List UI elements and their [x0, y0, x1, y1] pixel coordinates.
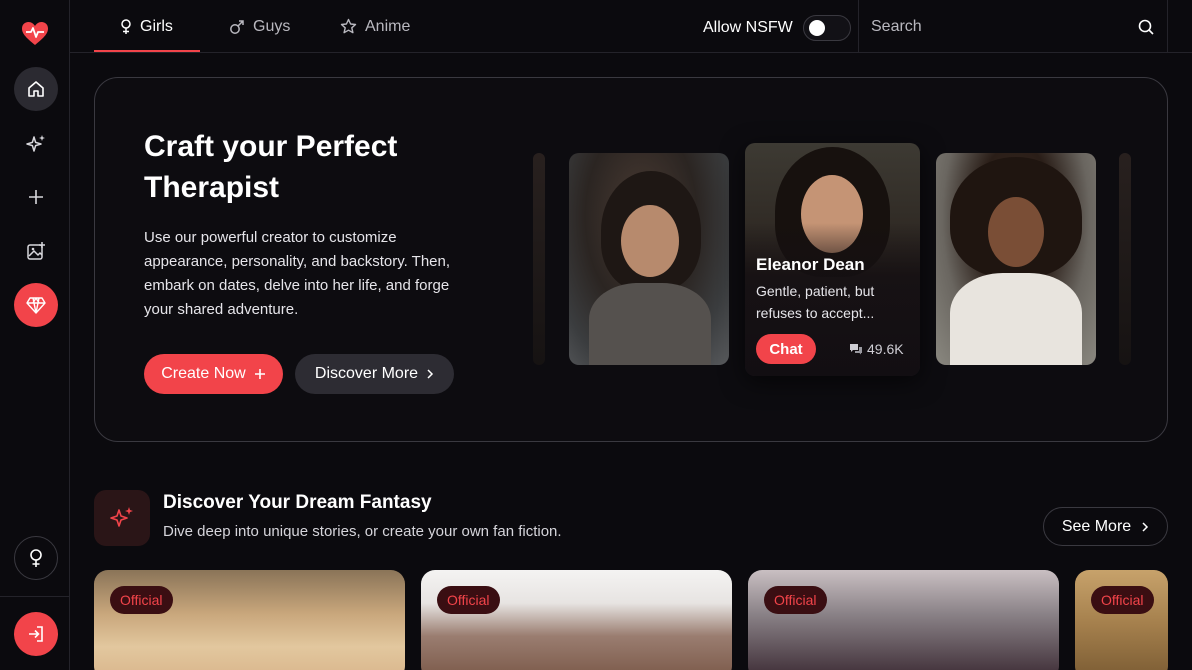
story-card[interactable]: Official	[748, 570, 1059, 670]
home-icon	[28, 81, 44, 97]
carousel-card-prev-edge[interactable]	[533, 153, 545, 365]
official-badge: Official	[1091, 586, 1154, 614]
nsfw-toggle[interactable]	[802, 15, 851, 41]
search-box	[858, 0, 1168, 53]
toggle-knob	[808, 20, 825, 36]
sidebar	[0, 0, 70, 670]
image-plus-icon	[27, 242, 45, 260]
active-tab-indicator	[94, 50, 200, 52]
carousel-card-next-edge[interactable]	[1119, 153, 1131, 365]
sidebar-generate-image-button[interactable]	[14, 229, 58, 273]
sidebar-explore-button[interactable]	[14, 122, 58, 166]
chat-count-value: 49.6K	[867, 341, 904, 357]
featured-character-name: Eleanor Dean	[756, 255, 865, 274]
login-icon	[29, 626, 43, 642]
character-clothing	[589, 283, 711, 365]
chat-bubbles-icon	[850, 344, 862, 355]
heart-pulse-logo-icon[interactable]	[21, 20, 49, 48]
chat-button[interactable]: Chat	[756, 334, 816, 364]
sidebar-home-button[interactable]	[14, 67, 58, 111]
sparkles-icon	[110, 507, 133, 527]
search-icon[interactable]	[1137, 18, 1155, 36]
discover-more-label: Discover More	[314, 365, 419, 382]
official-badge: Official	[437, 586, 500, 614]
sparkles-icon	[26, 135, 45, 152]
nsfw-label: Allow NSFW	[703, 19, 793, 36]
story-card[interactable]: Official	[94, 570, 405, 670]
male-icon	[230, 19, 244, 34]
character-clothing	[950, 273, 1082, 365]
featured-character-description: Gentle, patient, but refuses to accept..…	[756, 283, 875, 321]
official-badge: Official	[764, 586, 827, 614]
story-card[interactable]: Official	[421, 570, 732, 670]
female-icon	[121, 18, 131, 34]
star-icon	[340, 18, 357, 34]
character-face	[621, 205, 679, 277]
hero-title: Craft your Perfect Therapist	[144, 130, 398, 204]
tab-anime-label: Anime	[365, 17, 411, 35]
sidebar-login-button[interactable]	[14, 612, 58, 656]
tab-guys[interactable]: Guys	[229, 0, 290, 53]
sidebar-create-button[interactable]	[14, 175, 58, 219]
section-icon-box	[94, 490, 150, 546]
sidebar-gender-button[interactable]	[14, 536, 58, 580]
app-root: Girls Guys Anime Allow NSFW Craft your P…	[0, 0, 1192, 670]
female-icon	[30, 549, 42, 567]
character-card[interactable]	[936, 153, 1096, 365]
chevron-right-icon	[1142, 521, 1149, 532]
plus-icon	[254, 369, 265, 379]
hero-banner: Craft your Perfect Therapist Use our pow…	[94, 77, 1168, 442]
section-title: Discover Your Dream Fantasy	[163, 492, 432, 513]
tab-girls-label: Girls	[140, 17, 173, 35]
tab-guys-label: Guys	[253, 17, 291, 35]
sidebar-premium-button[interactable]	[14, 283, 58, 327]
tab-anime[interactable]: Anime	[340, 0, 410, 53]
top-bar: Girls Guys Anime Allow NSFW	[70, 0, 1192, 53]
search-input[interactable]	[871, 17, 1137, 36]
sidebar-divider	[0, 596, 70, 597]
chat-count: 49.6K	[849, 341, 904, 357]
nsfw-toggle-group: Allow NSFW	[703, 0, 851, 56]
discover-more-button[interactable]: Discover More	[295, 354, 454, 394]
section-subtitle: Dive deep into unique stories, or create…	[163, 523, 562, 540]
featured-character-card[interactable]: Eleanor Dean Gentle, patient, but refuse…	[745, 143, 920, 376]
see-more-label: See More	[1061, 517, 1132, 535]
story-card[interactable]: Official	[1075, 570, 1168, 670]
create-now-button[interactable]: Create Now	[144, 354, 283, 394]
tab-girls[interactable]: Girls	[120, 0, 173, 53]
see-more-button[interactable]: See More	[1043, 507, 1168, 546]
hero-description: Use our powerful creator to customize ap…	[144, 229, 451, 318]
official-badge: Official	[110, 586, 173, 614]
create-now-label: Create Now	[161, 365, 246, 382]
character-card[interactable]	[569, 153, 729, 365]
diamond-icon	[26, 297, 46, 314]
plus-icon	[29, 190, 43, 204]
character-face	[988, 197, 1044, 267]
chevron-right-icon	[427, 369, 434, 379]
